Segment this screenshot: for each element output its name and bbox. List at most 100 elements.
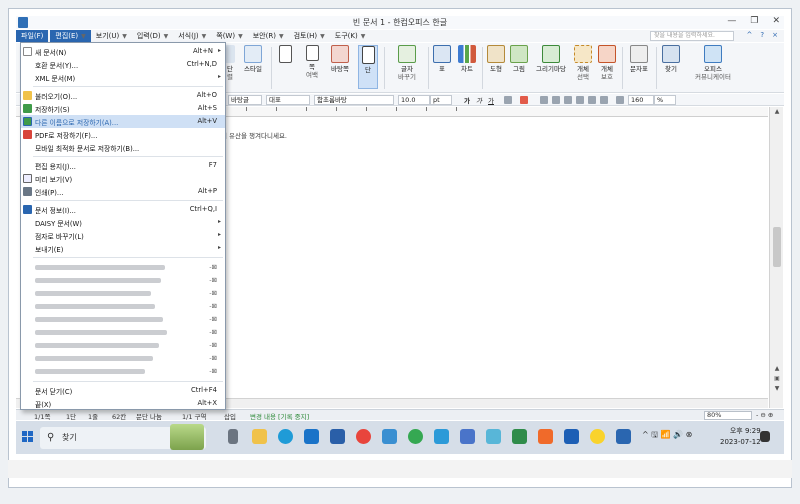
align-justify-icon[interactable] [540, 96, 548, 104]
align-left-icon[interactable] [552, 96, 560, 104]
recent-file-item[interactable]: -⊠ [21, 313, 225, 326]
file-explorer-icon[interactable] [252, 429, 267, 444]
document-text[interactable]: 니 유산을 챙겨다니세요. [221, 130, 287, 140]
recent-file-item[interactable]: -⊠ [21, 287, 225, 300]
settings-icon[interactable] [460, 429, 475, 444]
menu-item-save-pdf[interactable]: PDF로 저장하기(F)... [21, 128, 225, 141]
kakaotalk-icon[interactable] [590, 429, 605, 444]
bold-button[interactable]: 가 [464, 95, 470, 105]
style-select[interactable]: 바탕글 [228, 95, 262, 105]
ribbon-table-button[interactable]: 표 [432, 45, 452, 73]
menu-review[interactable]: 검토(H) ▼ [289, 30, 330, 42]
pin-icon[interactable]: -⊠ [209, 289, 217, 297]
scroll-up-icon[interactable]: ▲ [772, 108, 782, 117]
menu-item-new[interactable]: 새 문서(N) Alt+N ▸ [21, 45, 225, 58]
zoom-select[interactable]: 80% [704, 411, 752, 420]
menu-item-send[interactable]: 보내기(E) ▸ [21, 242, 225, 255]
recent-file-item[interactable]: -⊠ [21, 365, 225, 378]
pin-icon[interactable]: -⊠ [209, 367, 217, 375]
ribbon-object-protect-button[interactable]: 개체 보호 [596, 45, 618, 81]
menu-item-daisy[interactable]: DAISY 문서(W) ▸ [21, 216, 225, 229]
pin-icon[interactable]: -⊠ [209, 328, 217, 336]
menu-item-print[interactable]: 인쇄(P)... Alt+P [21, 185, 225, 198]
menu-edit[interactable]: 편집(E) ▼ [50, 30, 91, 42]
menu-page[interactable]: 쪽(W) ▼ [211, 30, 247, 42]
doc-close-button[interactable]: × [772, 31, 778, 39]
vertical-scrollbar[interactable]: ▲ ▲ ▣ ▼ [769, 107, 783, 408]
app-icon-6[interactable] [538, 429, 553, 444]
line-spacing-icon[interactable] [616, 96, 624, 104]
notification-icon[interactable] [760, 431, 770, 442]
ribbon-picture-button[interactable]: 그림 [508, 45, 530, 73]
line-spacing-input[interactable]: 160 [628, 95, 654, 105]
recent-file-item[interactable]: -⊠ [21, 261, 225, 274]
edge-icon[interactable] [278, 429, 293, 444]
task-view-icon[interactable] [228, 429, 238, 444]
menu-item-xml[interactable]: XML 문서(M) ▸ [21, 71, 225, 84]
pin-icon[interactable]: -⊠ [209, 341, 217, 349]
align-divide-icon[interactable] [600, 96, 608, 104]
remote-desktop-icon[interactable] [564, 429, 579, 444]
menu-item-open[interactable]: 불러오기(O)... Alt+O [21, 89, 225, 102]
help-search-input[interactable]: 찾을 내용을 입력하세요. [650, 31, 734, 41]
menu-item-close-doc[interactable]: 문서 닫기(C) Ctrl+F4 [21, 384, 225, 397]
font-unit-select[interactable]: pt [430, 95, 452, 105]
app-icon-3[interactable] [434, 429, 449, 444]
taskbar-clock[interactable]: 오후 9:29 2023-07-12 [720, 426, 761, 448]
menu-item-save-as[interactable]: 다른 이름으로 저장하기(A)... Alt+V [21, 115, 225, 128]
windows-start-icon[interactable] [22, 431, 34, 443]
restore-button[interactable]: ❐ [750, 16, 758, 29]
align-distribute-icon[interactable] [588, 96, 596, 104]
menu-format[interactable]: 서식(J) ▼ [173, 30, 211, 42]
font-select[interactable]: 함초롬바탕 [314, 95, 394, 105]
menu-view[interactable]: 보기(U) ▼ [91, 30, 132, 42]
align-right-icon[interactable] [564, 96, 572, 104]
menu-security[interactable]: 보안(R) ▼ [248, 30, 289, 42]
mail-icon[interactable] [304, 429, 319, 444]
ribbon-office-communicator-button[interactable]: 오피스 커뮤니케이터 [688, 45, 738, 81]
ribbon-page-orientation-button[interactable] [274, 45, 296, 65]
align-center-icon[interactable] [576, 96, 584, 104]
hwp-taskbar-icon[interactable] [616, 429, 631, 444]
minimize-button[interactable]: — [727, 16, 736, 29]
line-spacing-unit[interactable]: % [654, 95, 676, 105]
system-tray-icons[interactable]: ^ 🖫 📶 🔊 ⊗ [642, 429, 692, 443]
ribbon-margin-button[interactable]: 쪽 여백 [300, 45, 324, 79]
ribbon-symbol-button[interactable]: 문자표 [626, 45, 652, 73]
app-icon-4[interactable] [486, 429, 501, 444]
ribbon-chart-button[interactable]: 차트 [456, 45, 478, 73]
help-button[interactable]: ? [760, 31, 764, 39]
ribbon-style-button[interactable]: 스타일 [238, 45, 268, 73]
recent-file-item[interactable]: -⊠ [21, 339, 225, 352]
pin-icon[interactable]: -⊠ [209, 302, 217, 310]
app-icon-1[interactable] [382, 429, 397, 444]
ribbon-find-button[interactable]: 찾기 [660, 45, 682, 73]
italic-button[interactable]: 가 [476, 95, 482, 105]
menu-item-preview[interactable]: 미리 보기(V) [21, 172, 225, 185]
ribbon-replace-button[interactable]: 글자 바꾸기 [390, 45, 424, 81]
app-icon-2[interactable] [408, 429, 423, 444]
scroll-thumb[interactable] [773, 227, 781, 267]
strikeout-icon[interactable] [504, 96, 512, 104]
menu-file[interactable]: 파일(F) [16, 30, 49, 42]
recent-file-item[interactable]: -⊠ [21, 352, 225, 365]
font-size-input[interactable]: 10.0 [398, 95, 430, 105]
recent-file-item[interactable]: -⊠ [21, 326, 225, 339]
menu-input[interactable]: 입력(D) ▼ [132, 30, 173, 42]
store-icon[interactable] [330, 429, 345, 444]
ribbon-object-select-button[interactable]: 개체 선택 [572, 45, 594, 81]
zoom-controls[interactable]: - ⊖ ⊕ [756, 411, 773, 419]
ribbon-collapse-button[interactable]: ^ [747, 31, 753, 39]
page-up-icon[interactable]: ▲ [772, 365, 782, 374]
menu-item-page-setup[interactable]: 편집 용지(J)... F7 [21, 159, 225, 172]
ribbon-shape-button[interactable]: 도형 [486, 45, 506, 73]
pin-icon[interactable]: -⊠ [209, 315, 217, 323]
recent-file-item[interactable]: -⊠ [21, 274, 225, 287]
app-icon-5[interactable] [512, 429, 527, 444]
pin-icon[interactable]: -⊠ [209, 276, 217, 284]
ribbon-column-button[interactable]: 단 [358, 45, 378, 89]
font-color-icon[interactable] [520, 96, 528, 104]
page-select-icon[interactable]: ▣ [772, 375, 782, 384]
menu-item-exit[interactable]: 끝(X) Alt+X [21, 397, 225, 410]
status-page[interactable]: 1/1쪽 [34, 411, 50, 421]
